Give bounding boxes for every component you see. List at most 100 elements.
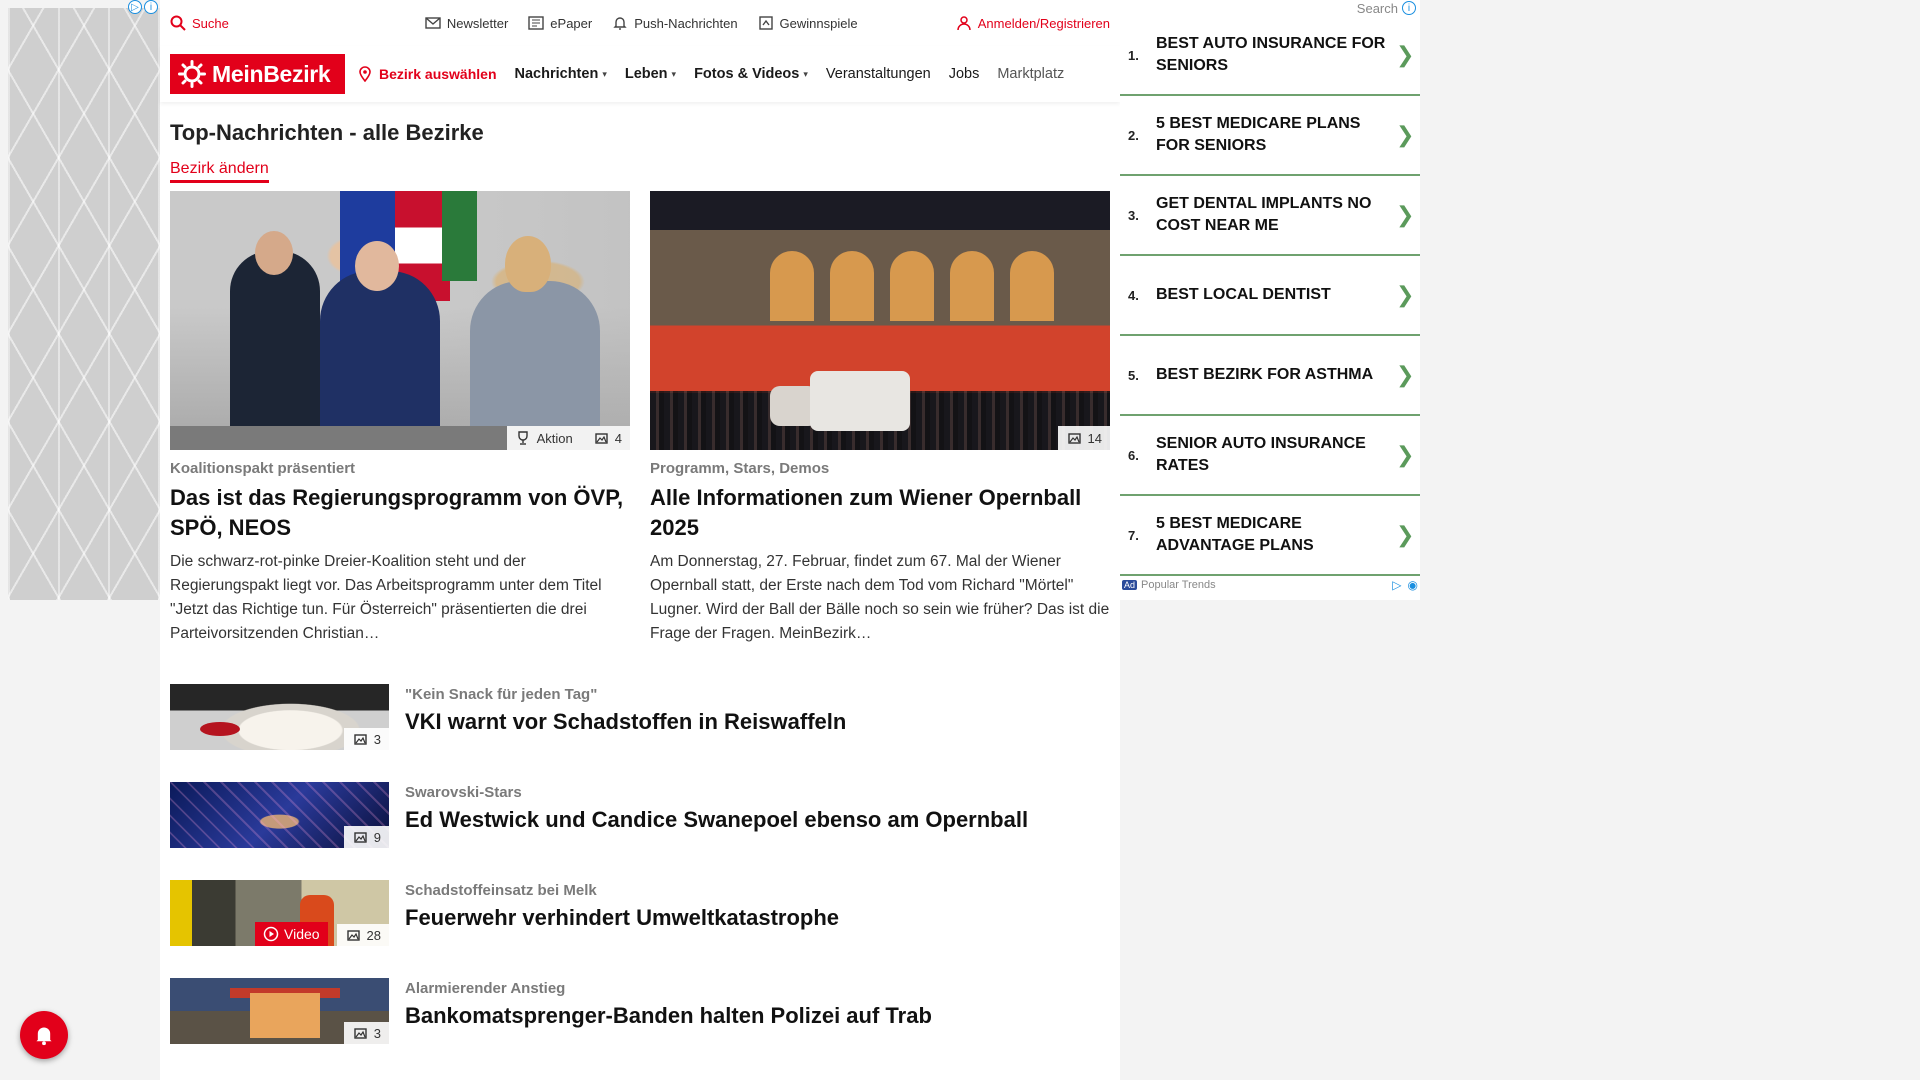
article-kicker: "Kein Snack für jeden Tag" [405,686,598,704]
nav-menu: Nachrichten ▾ Leben ▾ Fotos & Videos ▾ Vera… [515,66,1100,82]
nav-item-fotos-videos[interactable]: Fotos & Videos ▾ [694,66,808,82]
chevron-right-icon: ❯ [1396,202,1415,227]
top-utility-bar: Suche Newsletter ePaper Push-Nachrichten… [160,0,1120,46]
ad-tag: Ad [1122,580,1138,590]
bezirk-change-link[interactable]: Bezirk ändern [170,160,269,183]
article-headline[interactable]: VKI warnt vor Schadstoffen in Reiswaffel… [405,709,846,735]
adchoices-badge[interactable]: ▷ i [128,0,158,14]
nav-item-marktplatz[interactable]: Marktplatz [997,66,1064,82]
ad-list-item[interactable]: 6. Senior Auto Insurance Rates ❯ [1120,416,1420,496]
ad-search-label[interactable]: Search [1357,1,1398,16]
list-text: "Kein Snack für jeden Tag" VKI warnt vor… [405,684,846,750]
nav-item-leben[interactable]: Leben ▾ [625,66,676,82]
article-headline[interactable]: Das ist das Regierungsprogramm von ÖVP, … [170,483,630,542]
article-kicker: Programm, Stars, Demos [650,460,830,477]
bezirk-select[interactable]: Bezirk auswählen [357,66,497,82]
list-item[interactable]: 3 "Kein Snack für jeden Tag" VKI warnt v… [170,684,1110,751]
ad-item-number: 1. [1128,47,1139,63]
image-badge: 9 [343,826,389,849]
list-item[interactable]: 9 Swarovski-Stars Ed Westwick und Candic… [170,782,1110,849]
ad-info-icon[interactable]: i [1402,1,1416,15]
right-ad-panel: Search i 1. Best Auto Insurance For Senio… [1120,0,1420,600]
search-label: Suche [192,15,229,31]
list-item[interactable]: Video 28 Schadstoffeinsatz bei Melk Feue… [170,880,1110,947]
gallery-icon [346,930,360,942]
left-skyscraper-ad[interactable] [8,8,160,600]
ad-list-item[interactable]: 3. Get Dental Implants No Cost Near Me ❯ [1120,176,1420,256]
decor [255,231,293,275]
login-link[interactable]: Anmelden/Registrieren [956,15,1110,31]
ad-list-item[interactable]: 7. 5 Best Medicare Advantage Plans ❯ [1120,496,1420,576]
gewinnspiele-link[interactable]: Gewinnspiele [758,15,858,31]
ad-item-text: 5 Best Medicare Plans For Seniors [1156,115,1361,154]
gallery-icon [595,433,608,444]
article-thumbnail[interactable]: 3 [170,978,389,1045]
decor [470,281,600,450]
ad-footer-icons: ▷ ◉ [1392,578,1418,592]
ad-list-item[interactable]: 2. 5 Best Medicare Plans For Seniors ❯ [1120,96,1420,176]
decor [890,251,934,321]
ad-item-text: Get Dental Implants No Cost Near Me [1156,195,1372,234]
top-article[interactable]: 14 Programm, Stars, Demos Alle Informati… [650,191,1110,646]
photo-count: 3 [373,1025,381,1041]
article-kicker: Alarmierender Anstieg [405,980,566,998]
article-thumbnail[interactable]: 3 [170,684,389,751]
article-list: 3 "Kein Snack für jeden Tag" VKI warnt v… [170,684,1110,1045]
photo-count: 14 [1087,430,1102,446]
adchoices-icon[interactable]: ▷ [1392,578,1401,592]
chevron-down-icon: ▾ [602,68,607,79]
logo-sun-icon [178,60,206,88]
nav-label: Fotos & Videos [694,66,800,82]
image-badge: 3 [343,728,389,751]
photo-count: 9 [373,829,381,845]
article-headline[interactable]: Alle Informationen zum Wiener Opernball … [650,483,1110,542]
gallery-icon [354,1028,367,1040]
search-link[interactable]: Suche [170,15,229,31]
decor [810,371,910,431]
ad-item-number: 5. [1128,367,1139,383]
ad-item-text: Best Local Dentist [1156,286,1331,304]
newspaper-icon [528,16,544,30]
decor [770,251,814,321]
ad-item-text: Senior Auto Insurance Rates [1156,435,1366,474]
nav-item-veranstaltungen[interactable]: Veranstaltungen [826,66,931,82]
decor [230,251,320,450]
location-pin-icon [359,66,371,82]
push-link[interactable]: Push-Nachrichten [612,15,738,31]
article-thumbnail[interactable]: 9 [170,782,389,849]
ad-item-number: 3. [1128,207,1139,223]
bell-icon [613,17,627,30]
article-headline[interactable]: Feuerwehr verhindert Umweltkatastrophe [405,905,839,931]
ad-list-item[interactable]: 1. Best Auto Insurance For Seniors ❯ [1120,16,1420,96]
push-notification-button[interactable] [20,1011,68,1059]
decor [505,236,551,292]
newsletter-link[interactable]: Newsletter [425,15,508,31]
article-image[interactable]: Aktion 4 [170,191,630,450]
article-image[interactable]: 14 [650,191,1110,450]
article-thumbnail[interactable]: Video 28 [170,880,389,947]
epaper-link[interactable]: ePaper [528,15,592,31]
video-badge[interactable]: Video [255,922,328,947]
list-item[interactable]: 3 Alarmierender Anstieg Bankomatsprenger… [170,978,1110,1045]
list-text: Alarmierender Anstieg Bankomatsprenger-B… [405,978,932,1044]
image-badge: 28 [336,924,389,947]
ad-list-item[interactable]: 4. Best Local Dentist ❯ [1120,256,1420,336]
ad-list-item[interactable]: 5. Best Bezirk For Asthma ❯ [1120,336,1420,416]
decor [355,241,399,291]
article-headline[interactable]: Bankomatsprenger-Banden halten Polizei a… [405,1003,932,1029]
eye-icon[interactable]: ◉ [1408,578,1418,592]
article-headline[interactable]: Ed Westwick und Candice Swanepoel ebenso… [405,807,1028,833]
decor [250,993,320,1039]
list-text: Schadstoffeinsatz bei Melk Feuerwehr ver… [405,880,839,946]
top-articles: Aktion 4 Koalitionspakt präsentiert Das … [170,191,1110,646]
site-logo[interactable]: MeinBezirk [170,54,345,94]
nav-item-jobs[interactable]: Jobs [949,66,980,82]
ad-header: Search i [1120,0,1420,16]
article-kicker: Swarovski-Stars [405,784,522,802]
ad-item-text: Best Auto Insurance For Seniors [1156,35,1386,74]
nav-item-nachrichten[interactable]: Nachrichten ▾ [515,66,607,82]
main-navbar: MeinBezirk Bezirk auswählen Nachrichten ▾… [160,46,1120,102]
top-article[interactable]: Aktion 4 Koalitionspakt präsentiert Das … [170,191,630,646]
chevron-right-icon: ❯ [1396,282,1415,307]
ad-item-number: 6. [1128,447,1139,463]
